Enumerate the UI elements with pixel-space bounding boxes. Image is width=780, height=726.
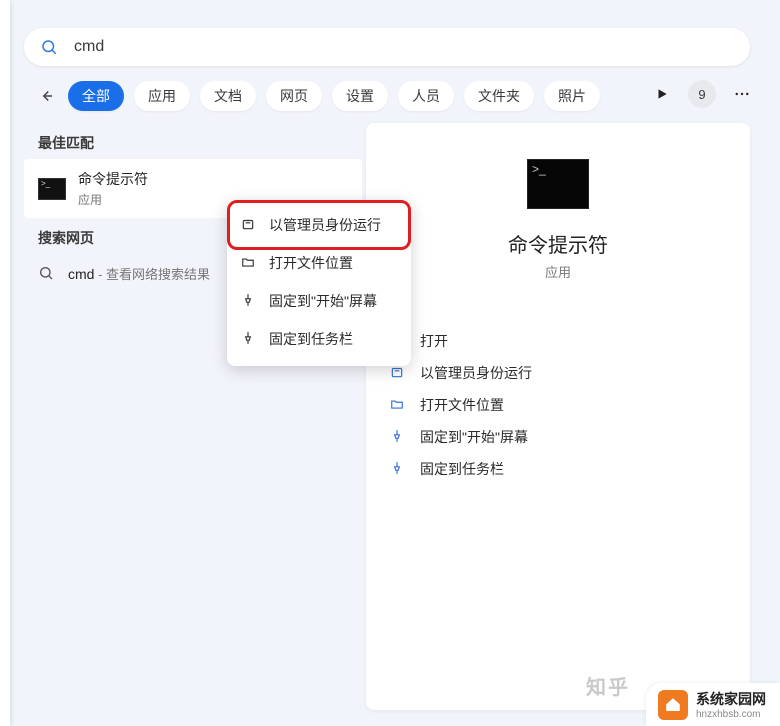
search-icon <box>40 38 58 56</box>
ctx-pin-start[interactable]: 固定到"开始"屏幕 <box>227 282 411 320</box>
filter-chip-apps[interactable]: 应用 <box>134 81 190 111</box>
action-pin-taskbar[interactable]: 固定到任务栏 <box>390 453 726 485</box>
filter-chip-docs[interactable]: 文档 <box>200 81 256 111</box>
window-left-border <box>0 0 10 726</box>
filter-row: 全部 应用 文档 网页 设置 人员 文件夹 照片 9 <box>34 80 756 112</box>
action-pin-start[interactable]: 固定到"开始"屏幕 <box>390 421 726 453</box>
ctx-open-location[interactable]: 打开文件位置 <box>227 244 411 282</box>
pin-icon <box>390 461 406 477</box>
play-button[interactable] <box>648 80 676 108</box>
web-result-suffix: - 查看网络搜索结果 <box>94 267 210 282</box>
pin-icon <box>241 293 257 309</box>
search-bar <box>24 28 750 66</box>
filter-chip-photos[interactable]: 照片 <box>544 81 600 111</box>
more-button[interactable] <box>728 80 756 108</box>
search-input[interactable] <box>72 37 734 57</box>
preview-actions: 打开 以管理员身份运行 打开文件位置 <box>366 325 750 485</box>
count-badge[interactable]: 9 <box>688 80 716 108</box>
pin-icon <box>241 331 257 347</box>
search-icon <box>38 265 56 283</box>
action-open-location[interactable]: 打开文件位置 <box>390 389 726 421</box>
filter-chip-all[interactable]: 全部 <box>68 81 124 111</box>
web-result-term: cmd <box>68 266 94 282</box>
filter-chip-web[interactable]: 网页 <box>266 81 322 111</box>
ctx-pin-taskbar[interactable]: 固定到任务栏 <box>227 320 411 358</box>
filter-chips: 全部 应用 文档 网页 设置 人员 文件夹 照片 <box>68 81 600 111</box>
cmd-large-icon <box>527 159 589 209</box>
filter-chip-settings[interactable]: 设置 <box>332 81 388 111</box>
preview-subtitle: 应用 <box>545 262 571 281</box>
preview-panel: 命令提示符 应用 打开 以管理员身份运行 <box>366 123 750 710</box>
shield-icon <box>390 365 406 381</box>
shield-icon <box>241 217 257 233</box>
folder-icon <box>241 255 257 271</box>
context-menu: 以管理员身份运行 打开文件位置 固定到"开始"屏幕 固定到任务栏 <box>227 200 411 366</box>
result-title: 命令提示符 <box>78 169 148 189</box>
back-button[interactable] <box>34 84 58 108</box>
cmd-thumbnail-icon <box>38 178 66 200</box>
preview-title: 命令提示符 <box>508 229 608 258</box>
section-best-match: 最佳匹配 <box>24 123 362 159</box>
pin-icon <box>390 429 406 445</box>
folder-icon <box>390 397 406 413</box>
result-subtitle: 应用 <box>78 191 148 208</box>
filter-chip-people[interactable]: 人员 <box>398 81 454 111</box>
filter-chip-folders[interactable]: 文件夹 <box>464 81 534 111</box>
action-run-admin[interactable]: 以管理员身份运行 <box>390 357 726 389</box>
ctx-run-admin[interactable]: 以管理员身份运行 <box>227 206 411 244</box>
action-open[interactable]: 打开 <box>390 325 726 357</box>
